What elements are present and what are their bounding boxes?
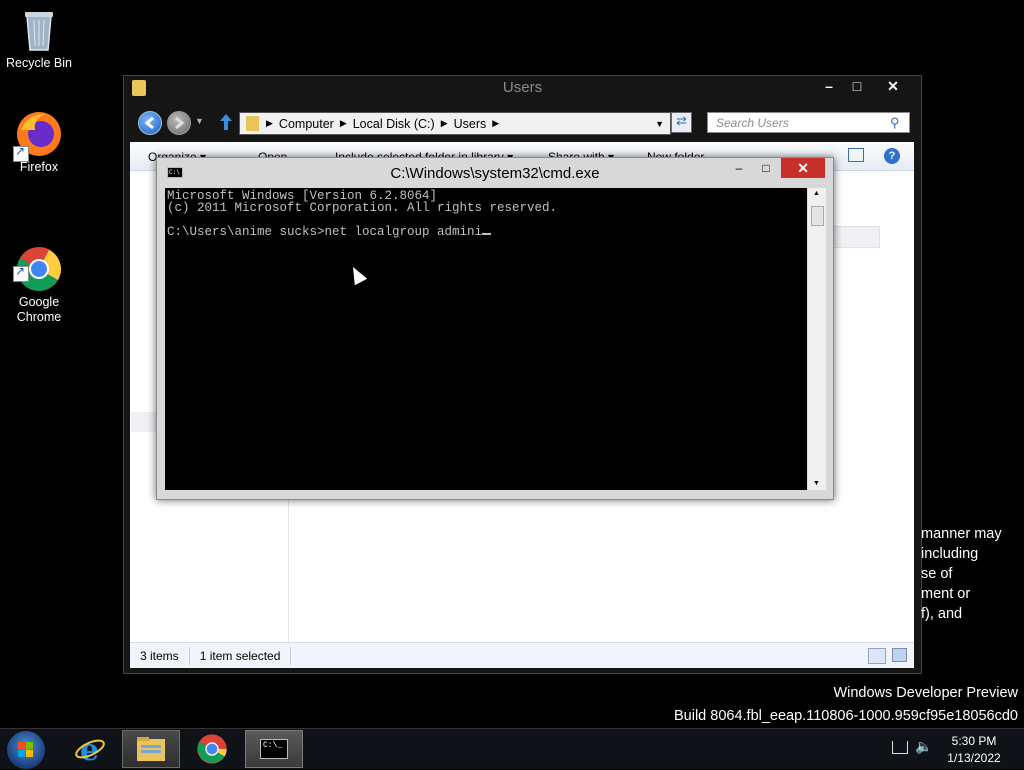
desktop-icon-firefox[interactable]: Firefox — [1, 110, 77, 175]
volume-icon[interactable]: 🔈 — [915, 738, 932, 755]
text-cursor — [482, 233, 492, 235]
svg-text:e: e — [80, 733, 99, 765]
close-button[interactable]: ✕ — [781, 158, 825, 178]
desktop-icon-label: Firefox — [19, 160, 59, 174]
scroll-down-icon[interactable]: ▼ — [813, 480, 820, 487]
breadcrumb-local-disk[interactable]: Local Disk (C:) — [349, 117, 439, 131]
up-arrow-icon — [220, 114, 232, 130]
address-bar[interactable]: ▶ Computer ▶ Local Disk (C:) ▶ Users ▶ ▼ — [239, 112, 671, 135]
windows-logo-icon — [18, 742, 34, 758]
console-prompt-text: C:\Users\anime sucks>net localgroup admi… — [167, 225, 483, 239]
close-button[interactable]: ✕ — [871, 76, 915, 96]
desktop-icon-label: Google Chrome — [16, 295, 62, 324]
address-dropdown-icon[interactable]: ▼ — [655, 119, 664, 129]
status-selected-count: 1 item selected — [199, 648, 281, 663]
desktop-icon-chrome[interactable]: Google Chrome — [1, 215, 77, 340]
forward-button[interactable] — [167, 111, 191, 135]
internet-explorer-icon: e — [75, 733, 105, 765]
status-divider — [290, 646, 292, 665]
taskbar-chrome[interactable] — [183, 730, 241, 768]
minimize-button[interactable]: – — [729, 158, 749, 178]
chrome-icon — [197, 734, 227, 764]
recent-locations-dropdown[interactable]: ▼ — [195, 116, 204, 126]
scroll-up-icon[interactable]: ▲ — [813, 190, 820, 197]
folder-icon — [246, 116, 259, 131]
vertical-scrollbar[interactable]: ▲ ▼ — [807, 188, 826, 490]
chrome-icon — [13, 230, 63, 291]
breadcrumb-separator-icon: ▶ — [266, 118, 273, 128]
breadcrumb-separator-icon: ▶ — [440, 118, 448, 128]
search-input[interactable]: Search Users — [707, 112, 910, 133]
window-controls: – □ ✕ — [815, 76, 915, 96]
back-arrow-icon — [144, 116, 154, 130]
clock-date[interactable]: 1/13/2022 — [944, 751, 1004, 765]
maximize-button[interactable]: □ — [843, 76, 871, 96]
status-item-count: 3 items — [140, 648, 179, 663]
maximize-button[interactable]: □ — [755, 158, 777, 178]
network-icon[interactable] — [892, 741, 908, 754]
up-button[interactable] — [218, 112, 234, 137]
search-icon: ⚲ — [890, 115, 900, 130]
cmd-window[interactable]: C:\ C:\Windows\system32\cmd.exe – □ ✕ Mi… — [156, 157, 834, 500]
taskbar-command-prompt[interactable]: C:\_ — [245, 730, 303, 768]
selected-row-fragment — [832, 226, 880, 248]
minimize-button[interactable]: – — [815, 76, 843, 96]
taskbar-internet-explorer[interactable]: e — [61, 730, 119, 768]
forward-arrow-icon — [175, 116, 185, 130]
shortcut-arrow-icon — [13, 144, 29, 162]
watermark-edition: Windows Developer Preview — [833, 685, 1018, 701]
back-button[interactable] — [138, 111, 162, 135]
refresh-button[interactable]: ⇄ — [671, 112, 692, 133]
help-icon[interactable]: ? — [884, 148, 900, 164]
clock-time[interactable]: 5:30 PM — [944, 734, 1004, 748]
desktop-icon-label: Recycle Bin — [6, 56, 72, 70]
breadcrumb-users[interactable]: Users — [450, 117, 491, 131]
console-line: (c) 2011 Microsoft Corporation. All righ… — [167, 201, 558, 215]
license-text-fragment: manner may including se of ment or f), a… — [921, 526, 1002, 622]
shortcut-arrow-icon — [13, 264, 29, 282]
details-view-icon[interactable] — [868, 648, 886, 664]
console-output[interactable]: Microsoft Windows [Version 6.2.8064] (c)… — [165, 188, 807, 490]
window-title: Users — [502, 79, 543, 96]
command-prompt-icon: C:\_ — [260, 739, 288, 759]
file-explorer-icon — [137, 737, 165, 761]
start-button[interactable] — [6, 730, 46, 770]
firefox-icon — [13, 110, 63, 162]
console-input-line[interactable]: C:\Users\anime sucks>net localgroup admi… — [167, 225, 492, 239]
large-icons-view-icon[interactable] — [892, 648, 907, 662]
taskbar-file-explorer[interactable] — [122, 730, 180, 768]
scroll-thumb[interactable] — [811, 206, 824, 226]
desktop-icon-recycle-bin[interactable]: Recycle Bin — [1, 6, 77, 71]
pane-divider — [288, 498, 289, 642]
taskbar: e C:\_ 🔈 5:30 PM 1/13/2022 — [0, 728, 1024, 770]
status-bar: 3 items 1 item selected — [130, 642, 914, 668]
recycle-bin-icon — [15, 6, 63, 54]
preview-pane-icon[interactable] — [848, 148, 864, 162]
breadcrumb-separator-icon: ▶ — [492, 118, 500, 128]
nav-row-fragment — [131, 412, 156, 432]
breadcrumb-separator-icon: ▶ — [339, 118, 347, 128]
refresh-icon: ⇄ — [676, 113, 687, 128]
breadcrumb-computer[interactable]: Computer — [275, 117, 338, 131]
watermark-build: Build 8064.fbl_eeap.110806-1000.959cf95e… — [673, 708, 1018, 724]
